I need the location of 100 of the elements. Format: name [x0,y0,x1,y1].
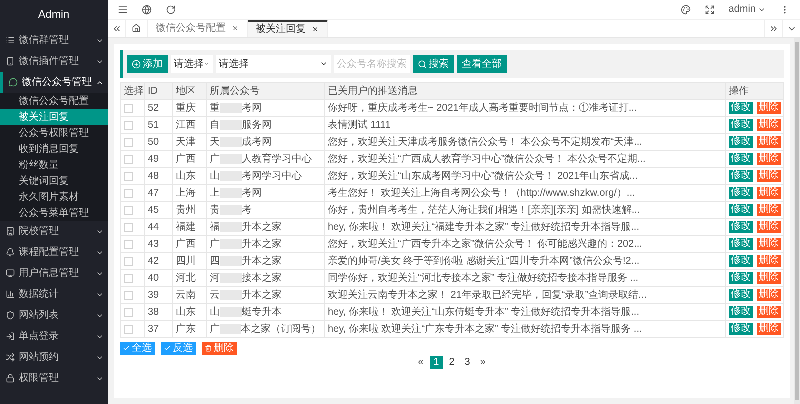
sidebar-item[interactable]: 权限管理 [0,368,108,389]
row-checkbox[interactable] [124,154,133,164]
submenu-item[interactable]: 微信公众号配置 [0,93,108,109]
delete-button[interactable]: 删除 [757,204,781,216]
select-button[interactable]: 全选 [120,342,155,355]
home-icon [132,24,141,33]
menu-icon[interactable] [118,4,128,14]
sidebar-item[interactable]: 网站列表 [0,305,108,326]
delete-button[interactable]: 删除 [757,187,781,199]
page-link[interactable]: 2 [445,356,459,369]
account-name-start: 广 [210,238,220,252]
edit-button[interactable]: 修改 [729,272,753,284]
delete-button[interactable]: 删除 [757,238,781,250]
delete-button[interactable]: 删除 [757,153,781,165]
table-cell: 37 [144,320,172,338]
row-checkbox[interactable] [124,104,133,112]
select-field[interactable]: 请选择 [171,55,213,73]
row-checkbox[interactable] [124,188,133,198]
close-icon[interactable] [312,26,319,33]
column-header: ID [144,82,172,100]
delete-button[interactable]: 删除 [757,272,781,284]
edit-button[interactable]: 修改 [729,323,753,335]
row-checkbox[interactable] [124,290,133,300]
submenu-item[interactable]: 被关注回复 [0,109,108,125]
sidebar-item[interactable]: 院校管理 [0,221,108,242]
delete-button[interactable]: 删除 [757,102,781,114]
select-field[interactable]: 请选择 [216,55,331,73]
sidebar-item[interactable]: 单点登录 [0,326,108,347]
row-checkbox[interactable] [124,240,133,248]
scrollbar-thumb[interactable] [795,42,799,400]
edit-button[interactable]: 修改 [729,204,753,216]
search-field[interactable]: 公众号名称搜索 [334,55,410,73]
submenu-item[interactable]: 关键词回复 [0,173,108,189]
row-checkbox[interactable] [124,324,133,334]
table-cell: 福建 [172,218,206,236]
globe-icon[interactable] [142,4,152,14]
submenu-item[interactable]: 收到消息回复 [0,141,108,157]
sidebar-item[interactable]: 课程配置管理 [0,242,108,263]
refresh-icon[interactable] [166,4,176,14]
submenu-item[interactable]: 公众号菜单管理 [0,205,108,221]
row-checkbox[interactable] [124,172,133,180]
edit-button[interactable]: 修改 [729,221,753,233]
delete-button[interactable]: 删除 [757,221,781,233]
account-name-start: 广 [210,322,220,336]
bell-icon [6,248,15,257]
edit-button[interactable]: 修改 [729,187,753,199]
edit-button[interactable]: 修改 [729,289,753,301]
fullscreen-icon[interactable] [704,4,715,14]
scrollbar[interactable] [794,38,800,404]
edit-button[interactable]: 修改 [729,238,753,250]
palette-icon[interactable] [680,4,691,14]
submenu-item[interactable]: 永久图片素材 [0,189,108,205]
edit-button[interactable]: 修改 [729,102,753,114]
row-checkbox[interactable] [124,138,133,146]
shield-icon [6,311,15,320]
edit-button[interactable]: 修改 [729,170,753,182]
delete-button[interactable]: 删除 [757,170,781,182]
sidebar-item[interactable]: 数据统计 [0,284,108,305]
list-icon [6,36,15,45]
page-tab[interactable]: 被关注回复 [248,20,328,37]
delete-button[interactable]: 删除 [757,306,781,318]
page-link[interactable]: 3 [460,356,474,369]
view-all-button[interactable]: 查看全部 [457,55,507,73]
previous-page-link[interactable]: « [414,355,428,370]
delete-button[interactable]: 删除 [757,136,781,148]
check-icon [164,345,171,352]
edit-button[interactable]: 修改 [729,255,753,267]
edit-button[interactable]: 修改 [729,136,753,148]
delete-selected-button[interactable]: 删除 [202,342,237,355]
delete-button[interactable]: 删除 [757,255,781,267]
sidebar-item[interactable]: 微信群管理 [0,30,108,51]
row-checkbox[interactable] [124,308,133,316]
edit-button[interactable]: 修改 [729,306,753,318]
row-checkbox[interactable] [124,222,133,232]
account-name-start: 福 [210,220,220,234]
edit-button[interactable]: 修改 [729,153,753,165]
select-button[interactable]: 反选 [161,342,196,355]
page-link[interactable]: 1 [430,356,444,369]
row-checkbox[interactable] [124,120,133,130]
edit-button[interactable]: 修改 [729,119,753,131]
delete-button[interactable]: 删除 [757,119,781,131]
sidebar-item[interactable]: 用户信息管理 [0,263,108,284]
row-checkbox[interactable] [124,274,133,282]
row-checkbox[interactable] [124,206,133,214]
next-page-link[interactable]: » [476,355,490,370]
user-menu[interactable]: admin [728,2,766,17]
delete-button[interactable]: 删除 [757,323,781,335]
sidebar-item[interactable]: 网站预约 [0,347,108,368]
table-cell: 您好，欢迎关注“广西成人教育学习中心”微信公众号！ 本公众号不定期... [324,150,726,168]
delete-button[interactable]: 删除 [757,289,781,301]
sidebar-item[interactable]: 微信插件管理 [0,51,108,72]
submenu-item[interactable]: 粉丝数量 [0,157,108,173]
account-name-end: 人教育学习中心 [242,152,312,166]
add-button[interactable]: 添加 [127,55,168,73]
submenu-item[interactable]: 公众号权限管理 [0,125,108,141]
search-button[interactable]: 搜索 [413,55,454,73]
account-name-start: 四 [210,254,220,268]
table-cell: 欢迎关注云南专升本之家！ 21年录取已经完毕，回复“录取”查询录取结... [324,286,726,304]
double-chevron-right-icon [768,24,778,34]
row-checkbox[interactable] [124,256,133,266]
